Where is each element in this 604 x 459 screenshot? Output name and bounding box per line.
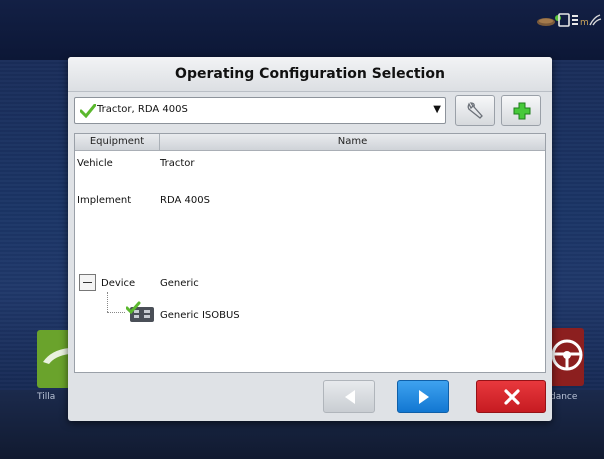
next-button[interactable] [397,380,449,413]
add-configuration-button[interactable] [501,95,541,126]
guidance-app-tile[interactable] [548,328,584,386]
tillage-icon [43,348,69,364]
svg-text:m: m [580,18,589,27]
table-row[interactable]: Device Generic [75,274,545,294]
edit-configuration-button[interactable] [455,95,495,126]
name-cell: Generic ISOBUS [160,310,240,321]
name-column-header[interactable]: Name [160,134,545,150]
name-cell: Tractor [160,158,195,169]
back-button[interactable] [323,380,375,413]
equipment-cell: Implement [77,195,132,206]
status-icons: m [536,12,602,28]
implement-status-icon[interactable] [536,12,561,26]
top-status-bar [0,0,604,60]
steering-wheel-icon [551,339,583,371]
plus-icon [513,102,531,120]
tillage-tile-label: Tilla [37,392,56,402]
selected-configuration: Tractor, RDA 400S [97,104,188,115]
dropdown-arrow-icon[interactable]: ▼ [433,104,441,115]
table-row[interactable]: Vehicle Tractor [75,154,545,174]
dialog-title: Operating Configuration Selection [68,57,552,92]
equipment-cell: Device [101,278,136,289]
check-icon [79,103,97,122]
operating-configuration-dialog: Operating Configuration Selection Tracto… [68,57,552,421]
equipment-table: Equipment Name Vehicle Tractor Implement… [74,133,546,373]
guidance-tile-label: dance [550,392,578,402]
display-status-icon[interactable] [558,12,578,27]
name-cell: Generic [160,278,199,289]
next-arrow-icon [419,390,429,404]
cancel-button[interactable] [476,380,546,413]
equipment-column-header[interactable]: Equipment [75,134,160,150]
gps-signal-icon[interactable]: m [580,12,602,28]
equipment-cell: Vehicle [77,158,113,169]
wrench-icon [467,102,483,119]
configuration-dropdown[interactable]: Tractor, RDA 400S ▼ [74,97,446,124]
table-row[interactable]: Generic ISOBUS [75,306,545,326]
name-cell: RDA 400S [160,195,210,206]
close-icon [504,389,520,405]
back-arrow-icon [345,390,355,404]
table-header: Equipment Name [75,134,545,151]
table-row[interactable]: Implement RDA 400S [75,191,545,211]
